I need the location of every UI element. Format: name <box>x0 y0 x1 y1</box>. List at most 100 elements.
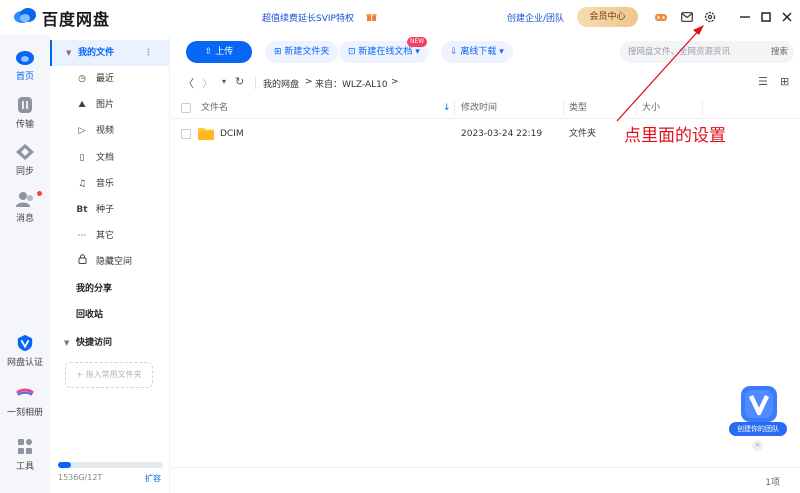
album-icon <box>15 388 35 396</box>
select-all-checkbox[interactable] <box>181 103 191 113</box>
tools-icon <box>18 439 32 454</box>
table-header: 文件名 ↓ 修改时间 类型 大小 <box>171 97 800 119</box>
nav-my-files[interactable]: ▼ 我的文件 ⋮ <box>50 40 169 66</box>
nav-panel: ▼ 我的文件 ⋮ ◷ 最近 ⛰ 图片 ▷ 视频 ▯ 文档 ♫ 音乐 Bt 种子 … <box>50 35 170 493</box>
grid-view-icon[interactable]: ⊞ <box>780 75 789 88</box>
upload-button[interactable]: ⇧ 上传 <box>186 41 252 63</box>
sync-icon <box>16 144 34 160</box>
rail-item-home[interactable]: 首页 <box>0 48 50 82</box>
col-modified-header[interactable]: 修改时间 <box>461 97 497 119</box>
new-doc-icon: ⊡ <box>348 47 359 57</box>
caret-down-icon: ▼ <box>64 339 70 347</box>
settings-gear-icon[interactable] <box>703 10 717 24</box>
rail-item-transfer[interactable]: 传输 <box>0 96 50 130</box>
quota-progress-bar <box>58 462 163 468</box>
image-icon: ⛰ <box>78 100 86 110</box>
breadcrumb-source[interactable]: 来自：WLZ-AL10 <box>315 77 388 90</box>
nav-item-music[interactable]: ♫ 音乐 <box>50 171 169 197</box>
video-icon: ▷ <box>78 126 86 136</box>
gamepad-icon[interactable] <box>654 10 668 24</box>
nav-item-recent[interactable]: ◷ 最近 <box>50 66 169 92</box>
offline-download-button[interactable]: ⇩ 离线下载 ▾ <box>441 41 513 63</box>
nav-item-other[interactable]: ⋯ 其它 <box>50 223 169 249</box>
upload-icon: ⇧ <box>204 47 216 57</box>
rail-item-tools[interactable]: 工具 <box>0 438 50 472</box>
bt-icon: Bt <box>76 205 88 215</box>
rail-item-certify[interactable]: 网盘认证 <box>0 334 50 368</box>
nav-item-bt[interactable]: Bt 种子 <box>50 197 169 223</box>
close-icon[interactable] <box>780 10 794 24</box>
folder-icon <box>198 128 214 140</box>
certify-icon <box>17 334 33 352</box>
nav-item-documents[interactable]: ▯ 文档 <box>50 145 169 171</box>
rail-label-message: 消息 <box>15 214 34 224</box>
svip-promo-link[interactable]: 超值续费延长SVIP特权 <box>262 11 354 24</box>
breadcrumb-separator: > <box>305 77 313 87</box>
rail-item-album[interactable]: 一刻相册 <box>0 384 50 418</box>
notification-dot <box>37 191 42 196</box>
nav-quick-access[interactable]: ▼ 快捷访问 <box>50 330 169 356</box>
search-input[interactable]: 搜网盘文件、全网资源资讯 搜索 <box>620 41 794 63</box>
document-icon: ▯ <box>79 153 85 163</box>
more-dots-icon[interactable]: ⋮ <box>144 40 153 66</box>
column-divider <box>563 101 564 115</box>
nav-recycle-label: 回收站 <box>76 310 104 320</box>
vip-center-button[interactable]: 会员中心 <box>577 7 638 27</box>
search-button[interactable]: 搜索 <box>771 41 788 63</box>
nav-item-hidden-space[interactable]: 隐藏空间 <box>50 249 169 275</box>
left-rail: 首页 传输 同步 消息 网盘认证 一刻相册 工具 <box>0 35 50 493</box>
app-title: 百度网盘 <box>42 10 111 29</box>
nav-my-share[interactable]: 我的分享 <box>50 276 169 302</box>
rail-item-sync[interactable]: 同步 <box>0 143 50 177</box>
chevron-down-icon: ▾ <box>412 47 420 57</box>
nav-recycle-bin[interactable]: 回收站 <box>50 302 169 328</box>
col-name-header[interactable]: 文件名 <box>201 97 228 119</box>
mail-icon[interactable] <box>680 10 694 24</box>
refresh-icon[interactable]: ↻ <box>235 75 244 88</box>
download-icon: ⇩ <box>450 47 461 57</box>
close-icon[interactable]: × <box>752 440 763 451</box>
nav-my-files-label: 我的文件 <box>78 48 115 58</box>
nav-item-images[interactable]: ⛰ 图片 <box>50 92 169 118</box>
rail-item-message[interactable]: 消息 <box>0 190 50 224</box>
nav-my-share-label: 我的分享 <box>76 284 113 294</box>
col-size-header[interactable]: 大小 <box>642 97 660 119</box>
history-dropdown-icon[interactable]: ▾ <box>222 77 226 86</box>
nav-item-label: 种子 <box>96 205 115 215</box>
file-name[interactable]: DCIM <box>220 121 244 147</box>
maximize-icon[interactable] <box>759 10 773 24</box>
rail-label-home: 首页 <box>15 72 34 82</box>
new-badge: NEW <box>407 37 428 47</box>
create-team-link[interactable]: 创建企业/团队 <box>507 11 564 24</box>
gift-icon[interactable] <box>366 11 377 22</box>
more-icon: ⋯ <box>77 231 87 241</box>
search-placeholder: 搜网盘文件、全网资源资讯 <box>628 47 731 57</box>
sort-arrow-icon[interactable]: ↓ <box>443 97 451 119</box>
create-team-label[interactable]: 创建你的团队 <box>729 422 787 436</box>
expand-storage-link[interactable]: 扩容 <box>145 473 161 484</box>
nav-item-video[interactable]: ▷ 视频 <box>50 118 169 144</box>
new-folder-label: 新建文件夹 <box>284 47 330 57</box>
caret-down-icon: ▼ <box>66 49 72 57</box>
offline-download-label: 离线下载 <box>460 47 497 57</box>
row-checkbox[interactable] <box>181 129 191 139</box>
column-divider <box>702 101 703 115</box>
drag-folder-dropzone[interactable]: + 拖入常用文件夹 <box>65 362 153 388</box>
nav-item-label: 视频 <box>96 126 115 136</box>
nav-item-label: 音乐 <box>96 179 115 189</box>
forward-arrow-icon[interactable]: 〉 <box>202 75 213 91</box>
column-divider <box>454 101 455 115</box>
quota-text: 1536G/12T <box>58 473 103 482</box>
back-arrow-icon[interactable]: 〈 <box>183 75 194 91</box>
nav-item-label: 文档 <box>96 153 115 163</box>
minimize-icon[interactable] <box>738 10 752 24</box>
new-online-doc-label: 新建在线文档 <box>358 47 413 57</box>
col-type-header[interactable]: 类型 <box>569 97 587 119</box>
breadcrumb-root[interactable]: 我的网盘 <box>263 77 299 90</box>
rail-label-transfer: 传输 <box>15 120 34 130</box>
chevron-down-icon: ▾ <box>496 47 504 57</box>
new-folder-button[interactable]: ⊞ 新建文件夹 <box>265 41 339 63</box>
nav-item-label: 隐藏空间 <box>96 257 133 267</box>
sort-icon[interactable]: ☰ <box>758 75 768 88</box>
message-icon <box>16 192 33 207</box>
